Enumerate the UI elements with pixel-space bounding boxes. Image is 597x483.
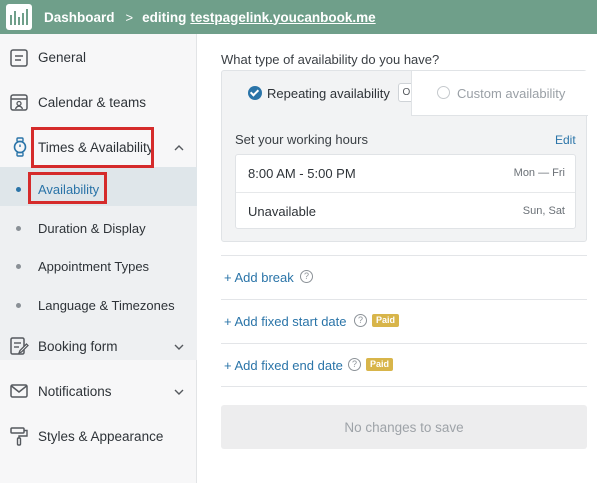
annotation-box-times-availability xyxy=(31,127,154,168)
sidebar-item-styles-appearance[interactable]: Styles & Appearance xyxy=(0,418,197,454)
chevron-down-icon[interactable] xyxy=(174,342,184,352)
add-break-link[interactable]: + Add break xyxy=(224,270,294,285)
option-custom-label: Custom availability xyxy=(457,86,566,101)
main-panel: What type of availability do you have? R… xyxy=(197,34,597,483)
form-icon xyxy=(10,337,29,355)
sidebar-item-calendar-teams[interactable]: Calendar & teams xyxy=(0,85,197,119)
hours-time: Unavailable xyxy=(248,204,316,219)
sidebar-item-notifications[interactable]: Notifications xyxy=(0,373,197,409)
sidebar-subitem-appointment-types[interactable]: Appointment Types xyxy=(0,247,197,285)
sidebar-subitem-language-timezones[interactable]: Language & Timezones xyxy=(0,286,197,324)
sidebar-subitem-label: Appointment Types xyxy=(38,258,150,274)
top-bar: Dashboard > editing testpagelink.youcanb… xyxy=(0,0,597,34)
hours-days: Mon — Fri xyxy=(513,167,565,179)
sidebar-item-booking-form[interactable]: Booking form xyxy=(0,328,197,364)
availability-card: Repeating availability OR Custom availab… xyxy=(221,70,588,242)
bullet-icon xyxy=(16,186,21,192)
hours-row[interactable]: 8:00 AM - 5:00 PM Mon — Fri xyxy=(236,155,575,192)
help-icon[interactable]: ? xyxy=(300,270,313,283)
help-icon[interactable]: ? xyxy=(348,358,361,371)
chevron-up-icon[interactable] xyxy=(174,143,184,153)
calendar-icon xyxy=(10,94,28,111)
option-repeating-availability[interactable]: Repeating availability OR xyxy=(222,71,422,116)
watch-icon xyxy=(13,137,27,157)
mail-icon xyxy=(10,384,28,398)
app-logo-icon[interactable] xyxy=(6,4,32,30)
sidebar-subitem-label: Language & Timezones xyxy=(38,297,175,313)
bullet-icon xyxy=(16,302,21,308)
sidebar-subitem-label: Duration & Display xyxy=(38,220,146,236)
add-break-row: + Add break ? xyxy=(221,255,587,299)
working-hours-label: Set your working hours xyxy=(235,132,368,147)
sidebar-item-general[interactable]: General xyxy=(0,41,197,75)
radio-checked-icon[interactable] xyxy=(248,86,262,100)
radio-unchecked-icon[interactable] xyxy=(437,86,450,99)
bullet-icon xyxy=(16,225,21,231)
option-repeating-label: Repeating availability xyxy=(267,86,390,101)
add-end-date-row: + Add fixed end date ? Paid xyxy=(221,343,587,387)
add-end-date-link[interactable]: + Add fixed end date xyxy=(224,358,343,373)
add-start-date-link[interactable]: + Add fixed start date xyxy=(224,314,347,329)
paid-badge: Paid xyxy=(372,314,400,327)
paint-roller-icon xyxy=(10,427,28,446)
paid-badge: Paid xyxy=(366,358,394,371)
help-icon[interactable]: ? xyxy=(354,314,367,327)
option-custom-availability[interactable]: Custom availability xyxy=(411,71,588,116)
sidebar-subitem-duration-display[interactable]: Duration & Display xyxy=(0,209,197,247)
annotation-box-availability xyxy=(28,172,107,204)
working-hours-list: 8:00 AM - 5:00 PM Mon — Fri Unavailable … xyxy=(235,154,576,229)
booking-page-link[interactable]: testpagelink.youcanbook.me xyxy=(190,10,375,25)
save-button[interactable]: No changes to save xyxy=(221,405,587,449)
general-icon xyxy=(10,49,28,67)
sidebar-item-label: General xyxy=(38,50,87,65)
sidebar-item-label: Calendar & teams xyxy=(38,95,147,110)
sidebar: General Calendar & teams Times & Availab… xyxy=(0,34,197,483)
breadcrumb-separator: > xyxy=(125,9,134,25)
availability-type-question: What type of availability do you have? xyxy=(221,52,440,67)
sidebar-item-label: Notifications xyxy=(38,384,112,399)
edit-hours-link[interactable]: Edit xyxy=(555,133,576,147)
bullet-icon xyxy=(16,263,21,269)
breadcrumb-editing-label: editing xyxy=(142,9,187,25)
add-start-date-row: + Add fixed start date ? Paid xyxy=(221,299,587,343)
sidebar-item-label: Styles & Appearance xyxy=(38,429,164,444)
sidebar-item-label: Booking form xyxy=(38,339,118,354)
chevron-down-icon[interactable] xyxy=(174,387,184,397)
breadcrumb-dashboard[interactable]: Dashboard xyxy=(44,10,115,25)
hours-time: 8:00 AM - 5:00 PM xyxy=(248,166,356,181)
hours-days: Sun, Sat xyxy=(522,205,565,217)
hours-row[interactable]: Unavailable Sun, Sat xyxy=(236,192,575,229)
